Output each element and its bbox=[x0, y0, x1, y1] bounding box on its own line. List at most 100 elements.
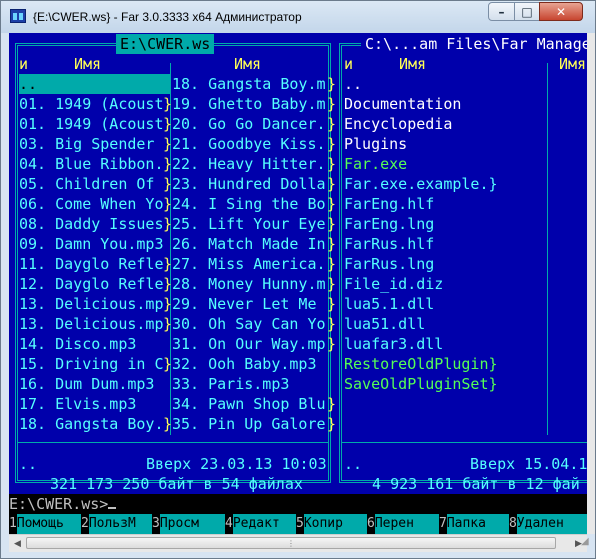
right-file-row[interactable]: FarRus.hlf bbox=[344, 234, 547, 254]
maximize-button[interactable]: □ bbox=[514, 2, 540, 21]
left-status-info: Вверх 23.03.13 10:03 bbox=[146, 455, 327, 473]
right-file-row[interactable]: Encyclopedia bbox=[344, 114, 547, 134]
left-file-row[interactable]: 28. Money Hunny.m bbox=[172, 274, 327, 294]
right-status-name: .. bbox=[344, 455, 363, 473]
right-col2-header[interactable]: Имя bbox=[559, 54, 586, 74]
fkey-label: Папка bbox=[446, 514, 509, 534]
left-file-row[interactable]: 27. Miss America. bbox=[172, 254, 327, 274]
left-file-row[interactable]: 21. Goodbye Kiss. bbox=[172, 134, 327, 154]
close-button[interactable]: ✕ bbox=[539, 2, 583, 21]
name-overflow-marker: } bbox=[163, 135, 173, 153]
name-overflow-marker: } bbox=[163, 355, 173, 373]
right-file-row[interactable]: Documentation bbox=[344, 94, 547, 114]
left-col1-marker: и bbox=[19, 55, 29, 73]
left-file-row[interactable]: 18. Gangsta Boy. bbox=[19, 414, 171, 434]
name-overflow-marker: } bbox=[163, 275, 173, 293]
right-file-row[interactable]: RestoreOldPlugin} bbox=[344, 354, 547, 374]
left-file-row[interactable]: 32. Ooh Baby.mp3 bbox=[172, 354, 327, 374]
right-status-info: Вверх 15.04.1 bbox=[470, 455, 587, 473]
name-overflow-marker: } bbox=[163, 195, 173, 213]
resize-grip-icon[interactable]: ◢ bbox=[581, 536, 595, 550]
right-file-row[interactable]: lua5.1.dll bbox=[344, 294, 547, 314]
right-file-row[interactable]: Far.exe.example.} bbox=[344, 174, 547, 194]
name-overflow-marker: } bbox=[163, 415, 173, 433]
left-col2-header[interactable]: Имя bbox=[234, 54, 261, 74]
fkey-1[interactable]: 1 Помощь bbox=[9, 514, 81, 534]
left-file-row[interactable]: 14. Disco.mp3 bbox=[19, 334, 171, 354]
title-bar[interactable]: {E:\CWER.ws} - Far 3.0.3333 x64 Админист… bbox=[1, 1, 595, 33]
left-file-row[interactable]: 31. On Our Way.mp bbox=[172, 334, 327, 354]
left-file-row[interactable]: 16. Dum Dum.mp3 bbox=[19, 374, 171, 394]
left-file-row[interactable]: 29. Never Let Me bbox=[172, 294, 327, 314]
right-panel-path[interactable]: C:\...am Files\Far Manage bbox=[361, 34, 587, 54]
scroll-left-icon[interactable]: ◀ bbox=[9, 535, 26, 552]
left-file-row[interactable]: 06. Come When Yo bbox=[19, 194, 171, 214]
right-file-row[interactable]: FarEng.lng bbox=[344, 214, 547, 234]
far-manager-icon[interactable] bbox=[10, 9, 26, 23]
left-file-row[interactable]: 01. 1949 (Acoust bbox=[19, 94, 171, 114]
left-file-row[interactable]: .. bbox=[19, 74, 171, 94]
left-file-row[interactable]: 08. Daddy Issues bbox=[19, 214, 171, 234]
fkey-8[interactable]: 8 Удален bbox=[509, 514, 587, 534]
name-overflow-marker: } bbox=[163, 315, 173, 333]
left-file-row[interactable]: 26. Match Made In bbox=[172, 234, 327, 254]
left-file-row[interactable]: 23. Hundred Dolla bbox=[172, 174, 327, 194]
left-file-row[interactable]: 03. Big Spender bbox=[19, 134, 171, 154]
name-overflow-marker: } bbox=[163, 95, 173, 113]
left-file-row[interactable]: 13. Delicious.mp bbox=[19, 294, 171, 314]
left-file-row[interactable]: 15. Driving in C bbox=[19, 354, 171, 374]
right-file-row[interactable]: Plugins bbox=[344, 134, 547, 154]
left-file-row[interactable]: 33. Paris.mp3 bbox=[172, 374, 327, 394]
left-file-row[interactable]: 19. Ghetto Baby.m bbox=[172, 94, 327, 114]
right-file-row[interactable]: lua51.dll bbox=[344, 314, 547, 334]
right-file-panel[interactable]: C:\...am Files\Far Manage и Имя Имя .. В… bbox=[335, 33, 587, 494]
fkey-label: Помощь bbox=[16, 514, 81, 534]
right-file-row[interactable]: FarEng.hlf bbox=[344, 194, 547, 214]
left-file-row[interactable]: 12. Dayglo Refle bbox=[19, 274, 171, 294]
command-prompt: E:\CWER.ws> bbox=[9, 495, 109, 513]
name-overflow-marker: } bbox=[163, 155, 173, 173]
horizontal-scrollbar[interactable]: ◀ ⋮ ▶ bbox=[9, 534, 587, 552]
left-file-row[interactable]: 04. Blue Ribbon. bbox=[19, 154, 171, 174]
right-summary: 4 923 161 байт в 12 фай bbox=[363, 475, 580, 493]
left-status-separator bbox=[17, 442, 329, 443]
left-file-row[interactable]: 17. Elvis.mp3 bbox=[19, 394, 171, 414]
left-file-row[interactable]: 20. Go Go Dancer. bbox=[172, 114, 327, 134]
name-overflow-marker: } bbox=[163, 295, 173, 313]
console-area[interactable]: E:\CWER.ws и Имя Имя .. Вверх 23.03.13 1… bbox=[9, 33, 587, 534]
left-file-row[interactable]: 24. I Sing the Bo bbox=[172, 194, 327, 214]
fkey-6[interactable]: 6 Перен bbox=[367, 514, 439, 534]
left-file-row[interactable]: 01. 1949 (Acoust bbox=[19, 114, 171, 134]
minimize-button[interactable]: – bbox=[488, 2, 515, 21]
left-file-row[interactable]: 25. Lift Your Eye bbox=[172, 214, 327, 234]
left-panel-path[interactable]: E:\CWER.ws bbox=[116, 34, 215, 54]
left-file-row[interactable]: 05. Children Of bbox=[19, 174, 171, 194]
vertical-scrollbar[interactable] bbox=[587, 33, 595, 534]
right-file-row[interactable]: SaveOldPluginSet} bbox=[344, 374, 547, 394]
scrollbar-thumb[interactable]: ⋮ bbox=[26, 537, 556, 549]
left-file-row[interactable]: 13. Delicious.mp bbox=[19, 314, 171, 334]
left-file-row[interactable]: 30. Oh Say Can Yo bbox=[172, 314, 327, 334]
left-file-row[interactable]: 34. Pawn Shop Blu bbox=[172, 394, 327, 414]
right-col1-header[interactable]: Имя bbox=[399, 54, 426, 74]
left-file-row[interactable]: 09. Damn You.mp3 bbox=[19, 234, 171, 254]
left-file-row[interactable]: 35. Pin Up Galore bbox=[172, 414, 327, 434]
right-file-row[interactable]: File_id.diz bbox=[344, 274, 547, 294]
right-file-row[interactable]: .. bbox=[344, 74, 547, 94]
left-file-row[interactable]: 22. Heavy Hitter. bbox=[172, 154, 327, 174]
fkey-3[interactable]: 3 Просм bbox=[152, 514, 225, 534]
right-file-row[interactable]: FarRus.lng bbox=[344, 254, 547, 274]
fkey-4[interactable]: 4 Редакт bbox=[225, 514, 296, 534]
left-file-panel[interactable]: E:\CWER.ws и Имя Имя .. Вверх 23.03.13 1… bbox=[9, 33, 336, 494]
right-col1-marker: и bbox=[344, 55, 354, 73]
name-overflow-marker: } bbox=[163, 175, 173, 193]
left-file-row[interactable]: 18. Gangsta Boy.m bbox=[172, 74, 327, 94]
fkey-2[interactable]: 2 ПользМ bbox=[81, 514, 152, 534]
right-file-row[interactable]: luafar3.dll bbox=[344, 334, 547, 354]
fkey-7[interactable]: 7 Папка bbox=[439, 514, 509, 534]
left-col1-header[interactable]: Имя bbox=[74, 54, 101, 74]
fkey-5[interactable]: 5 Копир bbox=[296, 514, 367, 534]
right-file-row[interactable]: Far.exe bbox=[344, 154, 547, 174]
command-line[interactable]: E:\CWER.ws> bbox=[9, 494, 587, 514]
left-file-row[interactable]: 11. Dayglo Refle bbox=[19, 254, 171, 274]
